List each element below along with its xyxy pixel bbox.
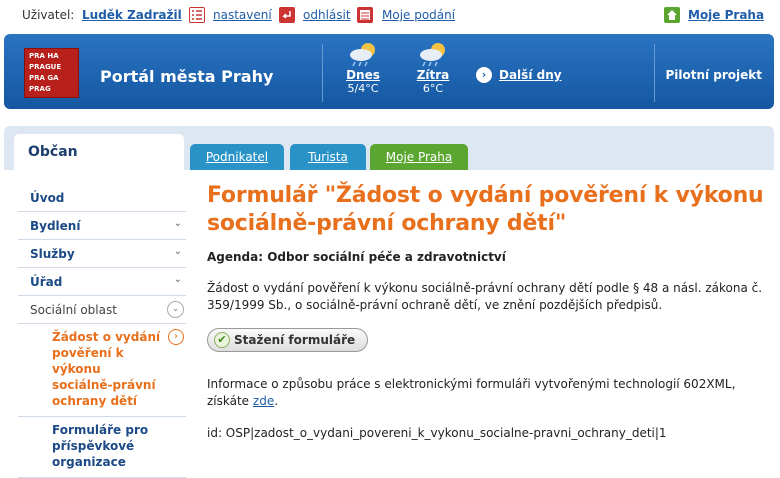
settings-icon[interactable]	[189, 7, 205, 23]
chevron-right-icon[interactable]: ›	[476, 67, 492, 83]
my-submissions-link[interactable]: Moje podání	[382, 8, 455, 22]
description-text: Žádost o vydání pověření k výkonu sociál…	[207, 281, 763, 312]
user-name-link[interactable]: Luděk Zadražil	[82, 8, 182, 22]
logout-link[interactable]: odhlásit	[303, 8, 351, 22]
portal-title[interactable]: Portál města Prahy	[100, 67, 273, 86]
weather-today-temp: 5/4°C	[347, 82, 379, 95]
form-identifier: id: OSP|zadost_o_vydani_povereni_k_vykon…	[207, 426, 667, 440]
sidebar-item-sluzby[interactable]: Služby ⌄	[18, 240, 186, 268]
partly-cloudy-rain-icon	[416, 40, 450, 68]
sidebar-item-bydleni[interactable]: Bydlení ⌄	[18, 212, 186, 240]
sidebar-subitem-formulare[interactable]: Formuláře pro příspěvkové organizace	[18, 417, 186, 478]
logout-icon[interactable]	[279, 7, 295, 23]
info-paragraph: Informace o způsobu práce s elektronický…	[207, 377, 736, 408]
weather-today-day[interactable]: Dnes	[338, 68, 388, 82]
section-tabs: Občan Podnikatel Turista Moje Praha	[4, 126, 774, 170]
submissions-icon[interactable]	[357, 7, 373, 23]
site-header: PRA HA PRAGUE PRA GA PRAG Portál města P…	[4, 34, 774, 109]
chevron-down-icon: ⌄	[173, 274, 182, 285]
sidebar-item-urad[interactable]: Úřad ⌄	[18, 268, 186, 296]
check-icon: ✔	[214, 332, 230, 348]
download-form-button[interactable]: ✔ Stažení formuláře	[207, 328, 369, 352]
chevron-down-icon: ⌄	[173, 246, 182, 257]
download-form-label: Stažení formuláře	[234, 333, 356, 347]
sidebar-nav: Úvod Bydlení ⌄ Služby ⌄ Úřad ⌄ Sociální …	[18, 184, 186, 478]
my-praha-link[interactable]: Moje Praha	[688, 8, 764, 22]
pilot-project-label: Pilotní projekt	[665, 68, 762, 82]
settings-link[interactable]: nastavení	[213, 8, 272, 22]
tab-podnikatel[interactable]: Podnikatel	[190, 144, 284, 170]
home-icon[interactable]	[664, 7, 680, 23]
next-days-link[interactable]: Další dny	[499, 68, 562, 82]
chevron-down-icon: ⌄	[173, 218, 182, 229]
sidebar-item-uvod[interactable]: Úvod	[18, 184, 186, 212]
weather-tomorrow-day[interactable]: Zítra	[408, 68, 458, 82]
praha-logo[interactable]: PRA HA PRAGUE PRA GA PRAG	[24, 48, 79, 98]
info-text: Informace o způsobu práce s elektronický…	[207, 377, 736, 408]
sidebar-item-socialni-oblast[interactable]: Sociální oblast ⌄	[18, 296, 186, 324]
header-divider	[654, 44, 655, 102]
tab-turista[interactable]: Turista	[290, 144, 366, 170]
weather-today: Dnes 5/4°C	[338, 40, 388, 95]
tab-obcan[interactable]: Občan	[14, 134, 184, 170]
tab-moje-praha[interactable]: Moje Praha	[370, 144, 468, 170]
weather-tomorrow: Zítra 6°C	[408, 40, 458, 95]
info-link[interactable]: zde	[253, 394, 274, 408]
user-label: Uživatel:	[22, 8, 75, 22]
main-content: Formulář "Žádost o vydání pověření k výk…	[207, 182, 767, 440]
weather-tomorrow-temp: 6°C	[422, 82, 444, 95]
sidebar-subitem-zadost[interactable]: Žádost o vydání pověření k výkonu sociál…	[18, 324, 186, 417]
agenda-text: Agenda: Odbor sociální péče a zdravotnic…	[207, 250, 506, 264]
chevron-right-icon: ›	[168, 329, 184, 345]
header-divider	[322, 44, 323, 102]
page-title: Formulář "Žádost o vydání pověření k výk…	[207, 183, 764, 236]
partly-cloudy-rain-icon	[346, 40, 380, 68]
chevron-down-icon[interactable]: ⌄	[167, 301, 184, 318]
user-bar: Uživatel: Luděk Zadražil nastavení odhlá…	[0, 0, 780, 32]
